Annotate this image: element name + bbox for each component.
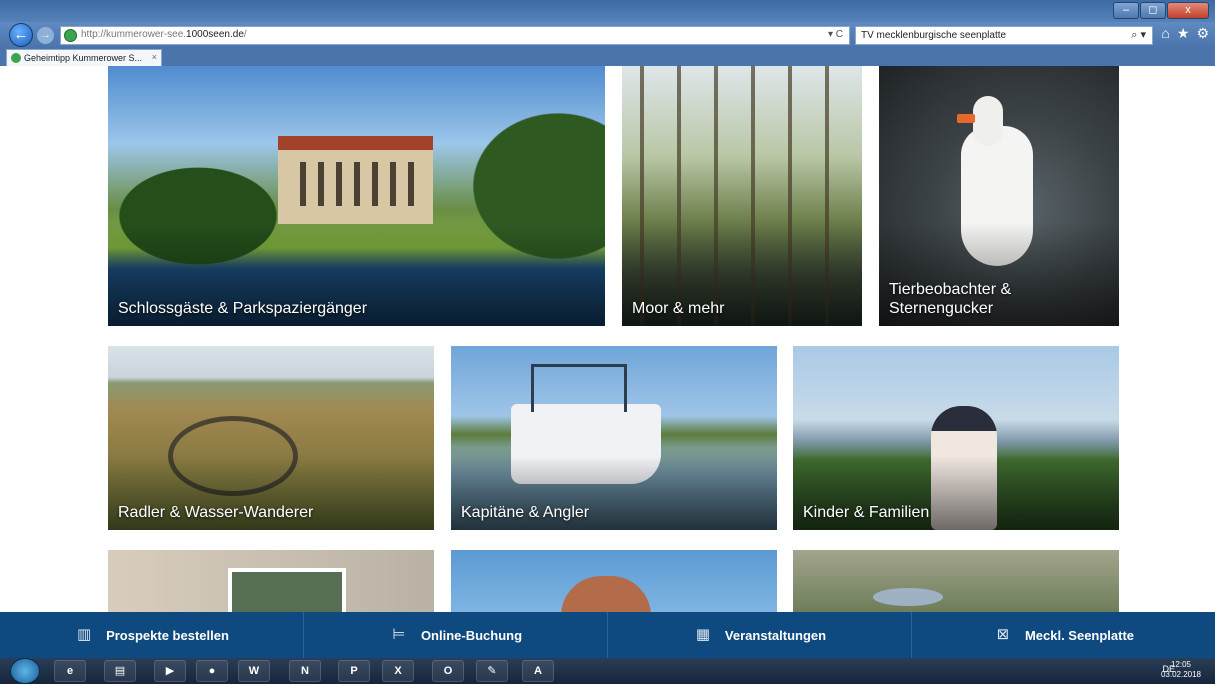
maximize-button[interactable]: ◻	[1140, 2, 1166, 19]
firefox-icon[interactable]: ●	[196, 660, 228, 682]
tab-title: Geheimtipp Kummerower S...	[24, 53, 143, 63]
onenote-icon[interactable]: N	[289, 660, 321, 682]
refresh-icon[interactable]: ▾ C	[828, 29, 843, 40]
powerpoint-icon[interactable]: P	[338, 660, 370, 682]
excel-icon[interactable]: X	[382, 660, 414, 682]
tile-schlossgaeste[interactable]: Schlossgäste & Parkspaziergänger	[108, 66, 605, 326]
tab-close-icon[interactable]: ×	[152, 52, 157, 62]
back-button[interactable]: ←	[9, 23, 33, 47]
tile-kapitaene[interactable]: Kapitäne & Angler	[451, 346, 777, 530]
settings-gear-icon[interactable]: ⚙	[1196, 25, 1209, 42]
browser-window: – ◻ x ← → http://kummerower-see.1000seen…	[0, 0, 1215, 684]
media-player-icon[interactable]: ▶	[154, 660, 186, 682]
tile-row3-2[interactable]	[451, 550, 777, 612]
browser-navbar: ← → http://kummerower-see.1000seen.de/ ▾…	[0, 22, 1215, 48]
forward-button[interactable]: →	[37, 27, 54, 44]
windows-taskbar: e ▤ ▶ ● W N P X O ✎ A DE 12:05 03.02.201…	[0, 658, 1215, 684]
tile-tierbeobachter[interactable]: Tierbeobachter & Sternengucker	[879, 66, 1119, 326]
close-window-button[interactable]: x	[1167, 2, 1209, 19]
clock[interactable]: 12:05 03.02.2018	[1161, 660, 1201, 680]
search-input[interactable]: TV mecklenburgische seenplatte ⌕ ▾	[855, 26, 1153, 45]
file-explorer-icon[interactable]: ▤	[104, 660, 136, 682]
search-value: TV mecklenburgische seenplatte	[861, 30, 1007, 41]
url-text: http://kummerower-see.1000seen.de/	[81, 29, 247, 40]
minimize-button[interactable]: –	[1113, 2, 1139, 19]
tile-row3-3[interactable]	[793, 550, 1119, 612]
internet-explorer-icon[interactable]: e	[54, 660, 86, 682]
favorites-star-icon[interactable]: ★	[1177, 25, 1190, 42]
word-icon[interactable]: W	[238, 660, 270, 682]
address-bar[interactable]: http://kummerower-see.1000seen.de/ ▾ C	[60, 26, 850, 45]
acrobat-icon[interactable]: A	[522, 660, 554, 682]
clock-time: 12:05	[1170, 660, 1191, 669]
close-box-icon: ⊠	[996, 626, 1010, 643]
search-icon[interactable]: ⌕ ▾	[1131, 28, 1146, 42]
tab-favicon-icon	[11, 53, 21, 63]
tile-caption: Tierbeobachter & Sternengucker	[889, 281, 1012, 317]
window-controls: – ◻ x	[1113, 2, 1209, 19]
tab-strip: Geheimtipp Kummerower S... ×	[0, 48, 1215, 66]
tile-caption: Kapitäne & Angler	[461, 504, 590, 521]
bed-icon: ⊨	[392, 626, 406, 643]
tile-kinder[interactable]: Kinder & Familien	[793, 346, 1119, 530]
tile-caption: Schlossgäste & Parkspaziergänger	[118, 300, 368, 317]
castle-image	[278, 136, 433, 224]
browser-tools: ⌂ ★ ⚙	[1161, 25, 1209, 42]
tile-radler[interactable]: Radler & Wasser-Wanderer	[108, 346, 434, 530]
calendar-icon: ▦	[695, 626, 711, 643]
veranstaltungen-button[interactable]: ▦ Veranstaltungen	[608, 612, 912, 658]
site-favicon-icon	[64, 29, 77, 42]
start-button[interactable]	[10, 658, 40, 684]
tile-caption: Kinder & Familien	[803, 504, 930, 521]
bottom-nav: ▥ Prospekte bestellen ⊨ Online-Buchung ▦…	[0, 612, 1215, 658]
tile-caption: Moor & mehr	[632, 300, 725, 317]
home-icon[interactable]: ⌂	[1161, 25, 1169, 42]
online-buchung-button[interactable]: ⊨ Online-Buchung	[304, 612, 608, 658]
prospekte-bestellen-button[interactable]: ▥ Prospekte bestellen	[0, 612, 304, 658]
clock-date: 03.02.2018	[1160, 670, 1201, 679]
brochure-icon: ▥	[76, 626, 92, 643]
tile-moor[interactable]: Moor & mehr	[622, 66, 862, 326]
outlook-icon[interactable]: O	[432, 660, 464, 682]
tile-caption: Radler & Wasser-Wanderer	[118, 504, 314, 521]
meckl-seenplatte-button[interactable]: ⊠ Meckl. Seenplatte	[912, 612, 1215, 658]
paint-icon[interactable]: ✎	[476, 660, 508, 682]
tile-row3-1[interactable]	[108, 550, 434, 612]
tab-kummerower-see[interactable]: Geheimtipp Kummerower S... ×	[6, 49, 162, 66]
